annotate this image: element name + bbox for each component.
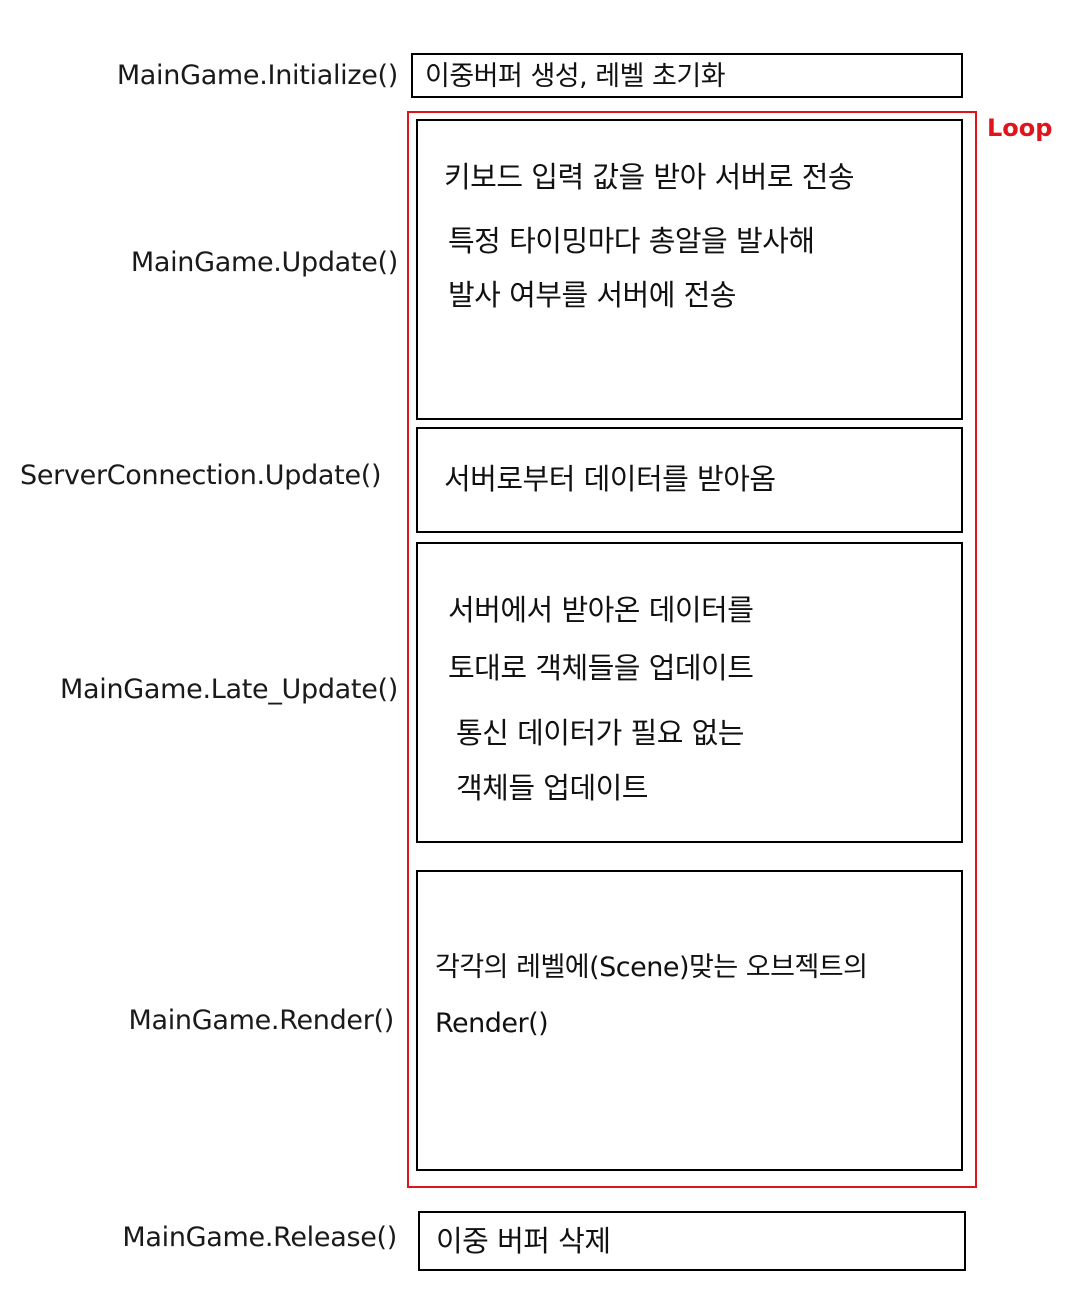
release-box: 이중 버퍼 삭제 (418, 1211, 966, 1271)
release-func-label: MainGame.Release() (122, 1222, 397, 1253)
update-text-line-3: 발사 여부를 서버에 전송 (448, 278, 736, 312)
loop-label: Loop (987, 114, 1053, 142)
initialize-box: 이중버퍼 생성, 레벨 초기화 (411, 53, 963, 98)
update-text-line-2: 특정 타이밍마다 총알을 발사해 (448, 224, 815, 258)
late-update-box: 서버에서 받아온 데이터를 토대로 객체들을 업데이트 통신 데이터가 필요 없… (416, 542, 963, 843)
server-update-func-label: ServerConnection.Update() (20, 460, 382, 491)
initialize-func-label: MainGame.Initialize() (116, 60, 398, 91)
late-update-text-line-2: 토대로 객체들을 업데이트 (448, 651, 754, 685)
late-update-text-line-1: 서버에서 받아온 데이터를 (448, 593, 754, 627)
initialize-text-line-1: 이중버퍼 생성, 레벨 초기화 (425, 61, 726, 92)
render-text-line-1: 각각의 레벨에(Scene)맞는 오브젝트의 (435, 952, 868, 983)
server-update-text-line-1: 서버로부터 데이터를 받아옴 (444, 462, 776, 496)
release-text-line-1: 이중 버퍼 삭제 (436, 1224, 611, 1258)
render-func-label: MainGame.Render() (128, 1005, 394, 1036)
update-box: 키보드 입력 값을 받아 서버로 전송 특정 타이밍마다 총알을 발사해 발사 … (416, 119, 963, 420)
late-update-text-line-4: 객체들 업데이트 (456, 771, 648, 805)
render-text-line-2: Render() (435, 1008, 549, 1039)
update-text-line-1: 키보드 입력 값을 받아 서버로 전송 (444, 160, 855, 194)
render-box: 각각의 레벨에(Scene)맞는 오브젝트의 Render() (416, 870, 963, 1171)
update-func-label: MainGame.Update() (130, 247, 398, 278)
late-update-func-label: MainGame.Late_Update() (60, 674, 398, 705)
late-update-text-line-3: 통신 데이터가 필요 없는 (456, 716, 744, 750)
server-update-box: 서버로부터 데이터를 받아옴 (416, 427, 963, 533)
